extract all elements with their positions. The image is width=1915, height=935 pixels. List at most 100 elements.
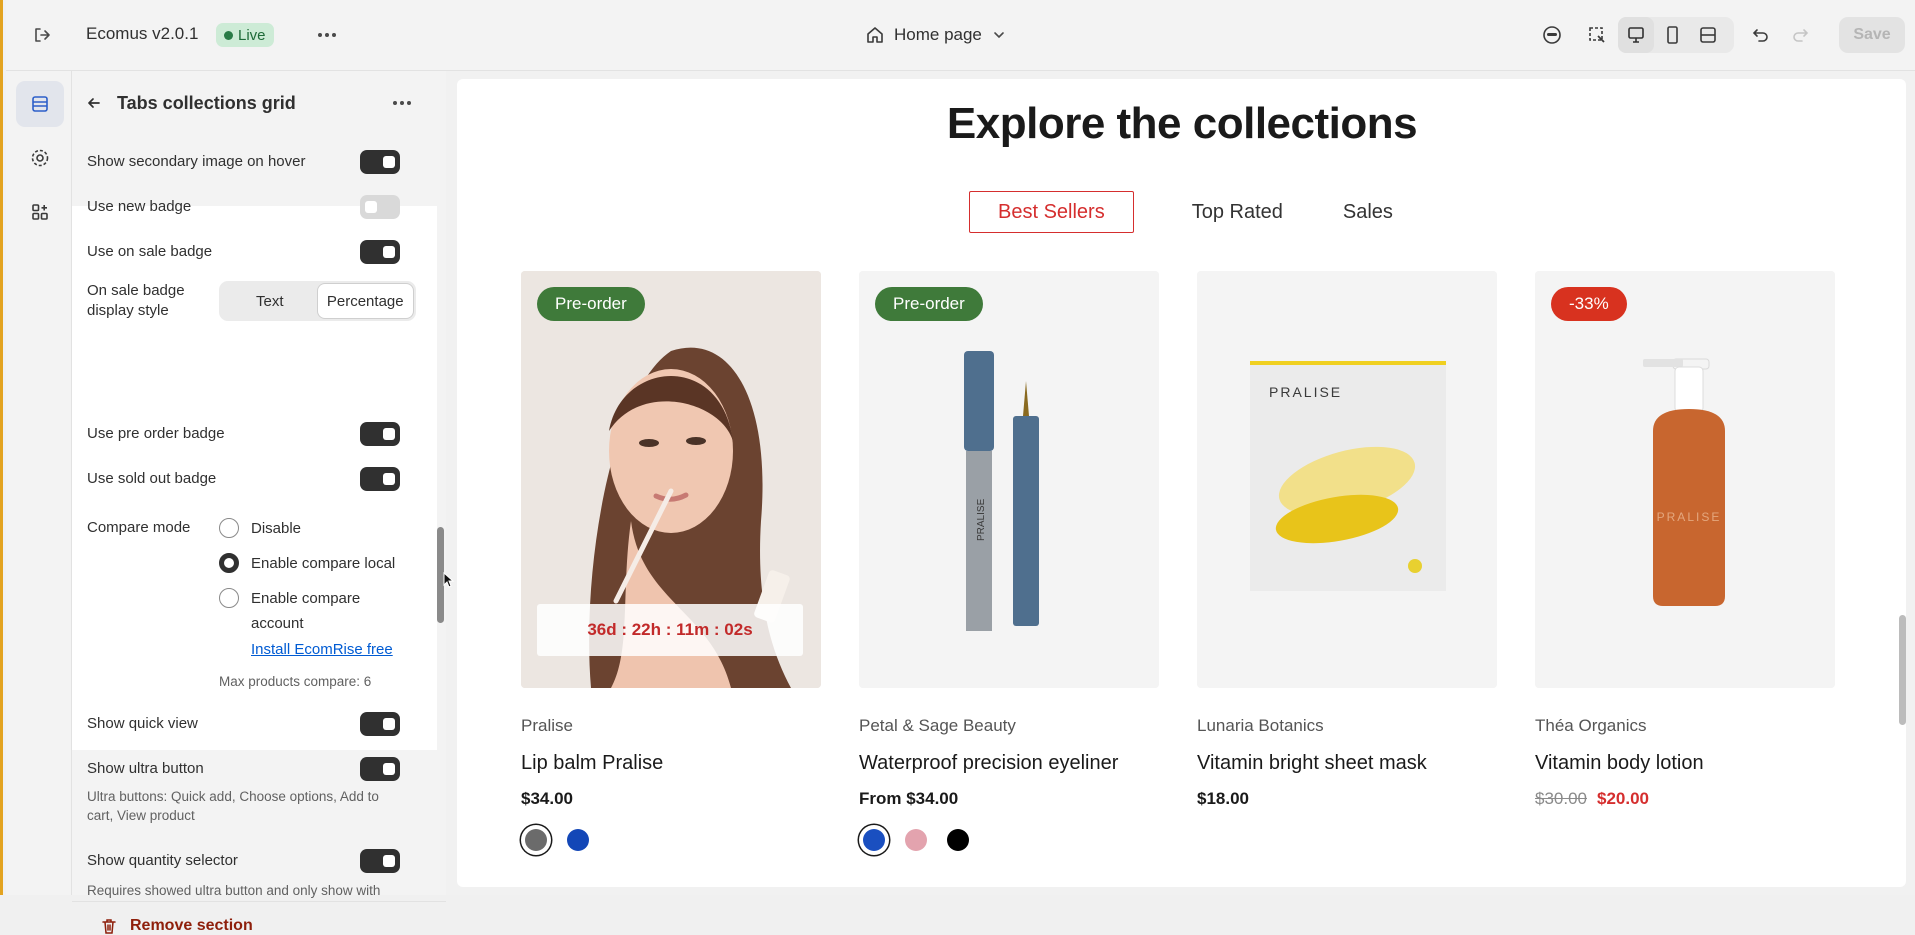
product-card[interactable]: PRALISE Lunaria Botanics Vitamin bright … xyxy=(1197,271,1497,809)
product-name[interactable]: Lip balm Pralise xyxy=(521,752,821,775)
setting-ultra-button: Show ultra button xyxy=(87,757,422,781)
exit-icon[interactable] xyxy=(24,17,60,53)
undo-icon[interactable] xyxy=(1743,17,1779,53)
setting-new-badge: Use new badge xyxy=(87,195,422,219)
collection-tabs: Best Sellers Top Rated Sales xyxy=(969,191,1421,233)
status-label: Live xyxy=(238,26,266,44)
redo-icon[interactable] xyxy=(1782,17,1818,53)
customer-view-icon[interactable] xyxy=(1534,17,1570,53)
preorder-badge-toggle[interactable] xyxy=(360,422,400,446)
swatch-blue[interactable] xyxy=(563,825,593,855)
section-more-icon[interactable] xyxy=(384,85,420,121)
compare-disable-radio[interactable] xyxy=(219,518,239,538)
desktop-view-icon[interactable] xyxy=(1618,17,1654,53)
fullscreen-view-icon[interactable] xyxy=(1690,17,1726,53)
ultra-button-help: Ultra buttons: Quick add, Choose options… xyxy=(87,789,379,823)
product-vendor[interactable]: Petal & Sage Beauty xyxy=(859,716,1159,736)
compare-account-radio[interactable] xyxy=(219,588,239,608)
sale-price: $20.00 xyxy=(1597,789,1649,808)
soldout-badge-toggle[interactable] xyxy=(360,467,400,491)
tab-top-rated[interactable]: Top Rated xyxy=(1164,191,1311,233)
trash-icon xyxy=(102,919,116,934)
swatch-pink[interactable] xyxy=(901,825,931,855)
product-name[interactable]: Waterproof precision eyeliner xyxy=(859,752,1159,775)
setting-quantity-selector: Show quantity selector xyxy=(87,849,422,873)
product-name[interactable]: Vitamin bright sheet mask xyxy=(1197,752,1497,775)
setting-label: On sale badge display style xyxy=(87,282,185,319)
ultra-button-toggle[interactable] xyxy=(360,757,400,781)
compare-account-label[interactable]: Enable compare account xyxy=(251,586,391,636)
product-image[interactable]: Pre-order 36d : 22h : 11m : 02s xyxy=(521,271,821,688)
mask-brand-text: PRALISE xyxy=(1269,384,1342,400)
product-image[interactable]: PRALISE -33% xyxy=(1535,271,1835,688)
product-vendor[interactable]: Lunaria Botanics xyxy=(1197,716,1497,736)
quantity-selector-toggle[interactable] xyxy=(360,849,400,873)
color-swatches xyxy=(859,825,1159,855)
product-price: $30.00 $20.00 xyxy=(1535,789,1835,809)
product-card[interactable]: Pre-order 36d : 22h : 11m : 02s Pralise … xyxy=(521,271,821,855)
editor-window: Ecomus v2.0.1 Live Home page Save Tabs c… xyxy=(0,0,1915,934)
product-card[interactable]: PRALISE -33% Théa Organics Vitamin body … xyxy=(1535,271,1835,809)
quantity-selector-help: Requires showed ultra button and only sh… xyxy=(87,883,381,898)
save-button[interactable]: Save xyxy=(1839,17,1905,53)
sale-style-percentage-option[interactable]: Percentage xyxy=(317,284,413,318)
setting-sale-style: On sale badge display style Text Percent… xyxy=(87,280,422,324)
compare-local-radio[interactable] xyxy=(219,553,239,573)
swatch-blue[interactable] xyxy=(859,825,889,855)
countdown-timer: 36d : 22h : 11m : 02s xyxy=(537,604,803,656)
mouse-cursor-icon xyxy=(443,572,455,588)
setting-preorder-badge: Use pre order badge xyxy=(87,422,422,446)
inspector-icon[interactable] xyxy=(1579,17,1615,53)
remove-section-label: Remove section xyxy=(130,917,253,934)
product-name[interactable]: Vitamin body lotion xyxy=(1535,752,1835,775)
home-icon xyxy=(867,27,883,43)
section-settings-panel: Tabs collections grid Show secondary ima… xyxy=(72,71,446,934)
page-selector[interactable]: Home page xyxy=(866,20,1006,50)
body-lotion-image: PRALISE xyxy=(1535,271,1835,688)
setting-label: Use on sale badge xyxy=(87,243,213,260)
eyeliner-brand-text: PRALISE xyxy=(976,498,987,541)
compare-disable-label[interactable]: Disable xyxy=(251,516,301,541)
top-bar: Ecomus v2.0.1 Live Home page Save xyxy=(6,0,1915,71)
product-image[interactable]: PRALISE Pre-order xyxy=(859,271,1159,688)
setting-label: Show secondary image on hover xyxy=(87,153,306,170)
sections-icon[interactable] xyxy=(16,81,64,127)
tab-sales[interactable]: Sales xyxy=(1315,191,1421,233)
setting-secondary-image: Show secondary image on hover xyxy=(87,150,422,174)
secondary-image-toggle[interactable] xyxy=(360,150,400,174)
remove-section-button[interactable]: Remove section xyxy=(100,917,253,935)
setting-sale-badge: Use on sale badge xyxy=(87,240,422,264)
product-price: $34.00 xyxy=(521,789,573,808)
swatch-black[interactable] xyxy=(943,825,973,855)
status-dot-icon xyxy=(224,30,233,40)
product-vendor[interactable]: Théa Organics xyxy=(1535,716,1835,736)
product-image[interactable]: PRALISE xyxy=(1197,271,1497,688)
new-badge-toggle[interactable] xyxy=(360,195,400,219)
color-swatches xyxy=(521,825,821,855)
viewport-switcher xyxy=(1618,17,1734,53)
apps-icon[interactable] xyxy=(16,189,64,235)
compare-at-price: $30.00 xyxy=(1535,789,1587,808)
app-name: Ecomus v2.0.1 xyxy=(86,24,199,43)
quick-view-toggle[interactable] xyxy=(360,712,400,736)
swatch-gray[interactable] xyxy=(521,825,551,855)
product-vendor[interactable]: Pralise xyxy=(521,716,821,736)
mobile-view-icon[interactable] xyxy=(1654,17,1690,53)
sale-badge-toggle[interactable] xyxy=(360,240,400,264)
setting-quick-view: Show quick view xyxy=(87,712,422,736)
back-arrow-icon[interactable] xyxy=(76,85,112,121)
preorder-badge: Pre-order xyxy=(875,287,983,321)
install-ecomrise-link[interactable]: Install EcomRise free xyxy=(251,637,393,662)
theme-settings-icon[interactable] xyxy=(16,135,64,181)
product-card[interactable]: PRALISE Pre-order Petal & Sage Beauty Wa… xyxy=(859,271,1159,855)
sale-style-text-option[interactable]: Text xyxy=(222,284,318,318)
canvas-scrollbar[interactable] xyxy=(1899,615,1906,725)
discount-badge: -33% xyxy=(1551,287,1627,321)
product-price: $18.00 xyxy=(1197,789,1249,808)
tab-best-sellers[interactable]: Best Sellers xyxy=(969,191,1134,233)
more-icon[interactable] xyxy=(309,17,345,53)
compare-local-label[interactable]: Enable compare local xyxy=(251,551,395,576)
page-selector-label: Home page xyxy=(894,25,982,44)
sheet-mask-image: PRALISE xyxy=(1197,271,1497,688)
status-badge: Live xyxy=(216,23,274,47)
